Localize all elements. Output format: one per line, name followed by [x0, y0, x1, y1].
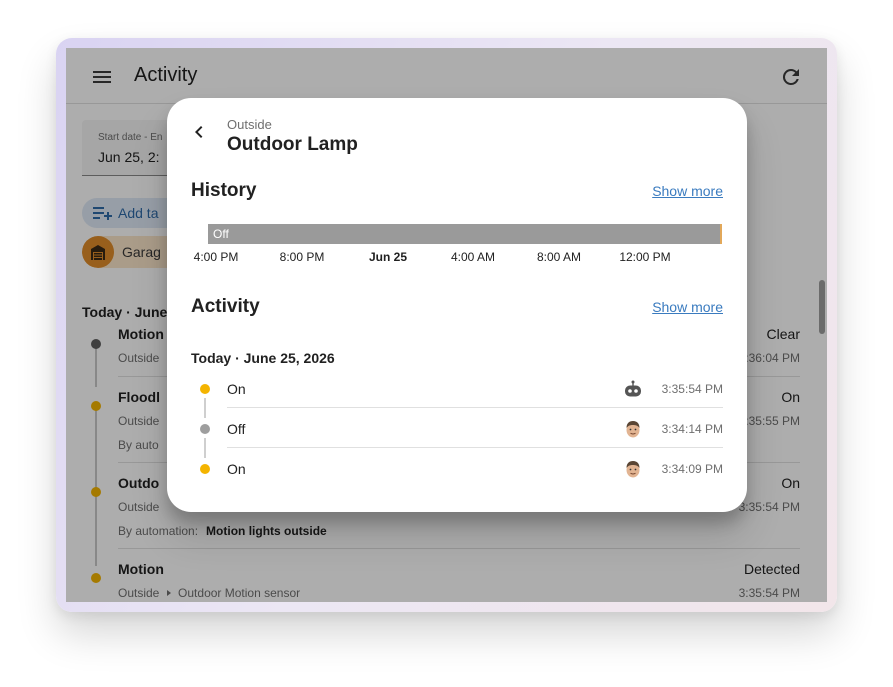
activity-state: On	[227, 461, 246, 477]
more-info-dialog: Outside Outdoor Lamp History Show more O…	[167, 98, 747, 512]
state-dot	[200, 464, 210, 474]
user-avatar	[626, 421, 640, 438]
activity-day-heading: Today · June 25, 2026	[191, 350, 335, 366]
timeline-tick-label: 8:00 AM	[536, 250, 582, 264]
state-dot	[200, 384, 210, 394]
timeline-state-label: Off	[213, 227, 229, 241]
timeline-tick-label: 4:00 AM	[450, 250, 496, 264]
history-timeline-bar[interactable]: Off	[208, 224, 722, 244]
state-dot	[200, 424, 210, 434]
activity-row[interactable]: Off 3:34:14 PM	[167, 408, 747, 448]
timeline-tick-label: Jun 25	[368, 250, 408, 264]
user-avatar	[626, 461, 640, 478]
window-frame: Activity Start date - En Jun 25, 2: Add …	[56, 38, 837, 612]
activity-state: Off	[227, 421, 246, 437]
back-arrow-icon[interactable]	[187, 120, 211, 144]
timeline-tick-label: 4:00 PM	[193, 250, 239, 264]
history-show-more-link[interactable]: Show more	[652, 183, 723, 199]
history-heading: History	[191, 180, 257, 201]
app-window: Activity Start date - En Jun 25, 2: Add …	[66, 48, 827, 602]
activity-state: On	[227, 381, 246, 397]
activity-show-more-link[interactable]: Show more	[652, 299, 723, 315]
activity-time: 3:34:14 PM	[661, 422, 723, 436]
dialog-title: Outdoor Lamp	[227, 134, 358, 155]
activity-row[interactable]: On 3:35:54 PM	[167, 368, 747, 408]
timeline-tick-label: 12:00 PM	[619, 250, 671, 264]
activity-time: 3:35:54 PM	[661, 382, 723, 396]
timeline-tick-label: 8:00 PM	[279, 250, 325, 264]
robot-icon	[625, 380, 641, 397]
activity-row[interactable]: On 3:34:09 PM	[167, 448, 747, 488]
activity-time: 3:34:09 PM	[661, 462, 723, 476]
activity-heading: Activity	[191, 296, 260, 317]
dialog-area-name: Outside	[227, 117, 272, 132]
